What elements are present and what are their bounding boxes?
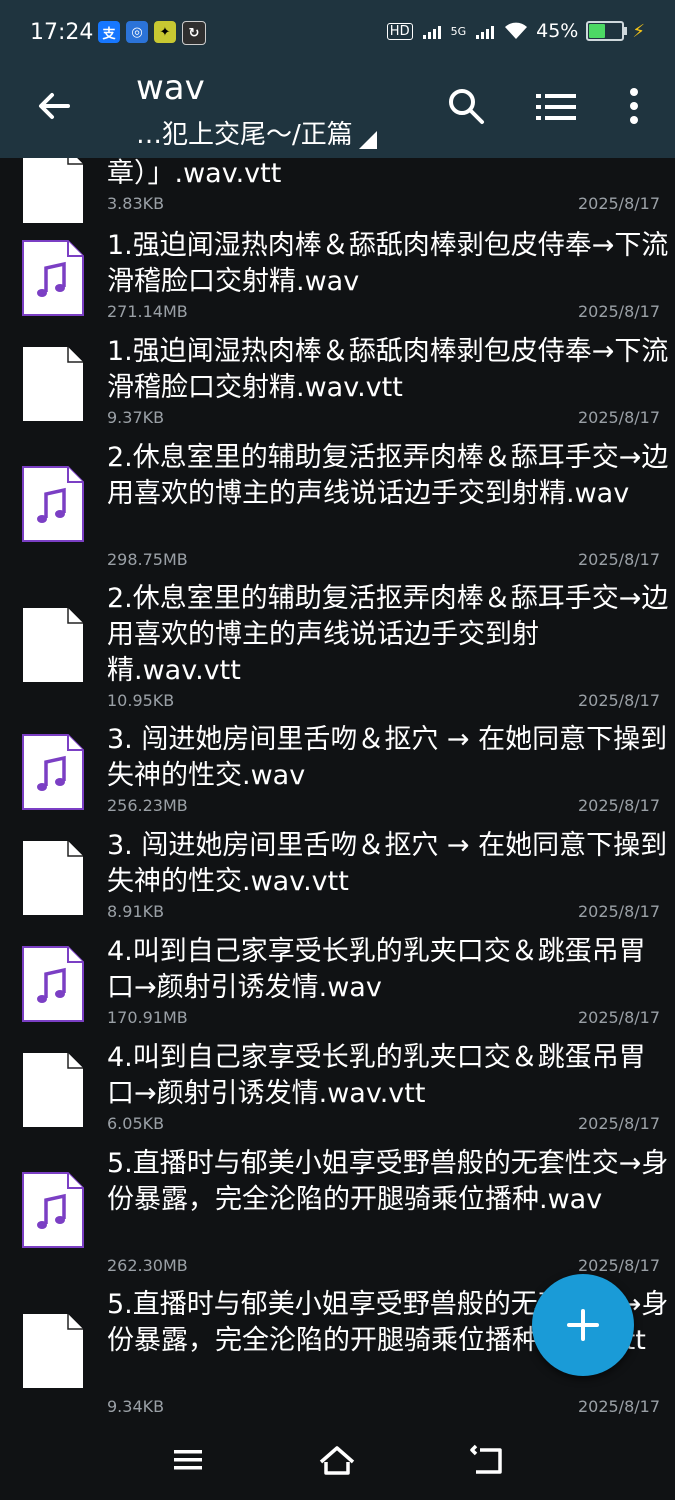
- file-list-item[interactable]: 4.叫到自己家享受长乳的乳夹口交＆跳蛋吊胃口→颜射引诱发情.wav 170.91M…: [0, 934, 675, 1040]
- file-date: 2025/8/17: [577, 1114, 660, 1133]
- alipay-icon: 支: [98, 21, 120, 43]
- file-size: 10.95KB: [107, 691, 175, 710]
- path-label: …犯上交尾～/正篇: [136, 120, 353, 150]
- file-size: 9.37KB: [107, 408, 165, 427]
- file-list-item[interactable]: 章）」.wav.vtt 3.83KB 2025/8/17: [0, 158, 675, 223]
- file-date: 2025/8/17: [577, 691, 660, 710]
- file-name: 1.强迫闻湿热肉棒＆舔舐肉棒剥包皮侍奉→下流滑稽脸口交射精.wav.vtt: [107, 336, 669, 403]
- file-name: 4.叫到自己家享受长乳的乳夹口交＆跳蛋吊胃口→颜射引诱发情.wav.vtt: [107, 1042, 646, 1109]
- home-icon[interactable]: [317, 1442, 357, 1478]
- dropdown-corner-icon: [358, 131, 377, 149]
- file-date: 2025/8/17: [577, 902, 660, 921]
- wifi-icon: [505, 22, 528, 39]
- document-file-icon: [23, 608, 83, 682]
- charging-icon: ⚡: [632, 20, 645, 42]
- file-name: 3. 闯进她房间里舌吻＆抠穴 → 在她同意下操到失神的性交.wav: [107, 724, 668, 791]
- document-file-icon: [23, 158, 83, 223]
- file-list-item[interactable]: 2.休息室里的辅助复活抠弄肉棒＆舔耳手交→边用喜欢的博主的声线说话边手交到射精.…: [0, 581, 675, 722]
- file-list-item[interactable]: 4.叫到自己家享受长乳的乳夹口交＆跳蛋吊胃口→颜射引诱发情.wav.vtt 6.0…: [0, 1040, 675, 1146]
- file-size: 256.23MB: [107, 796, 188, 815]
- document-file-icon: [23, 1314, 83, 1388]
- file-size: 8.91KB: [107, 902, 165, 921]
- file-date: 2025/8/17: [577, 194, 660, 213]
- file-name: 1.强迫闻湿热肉棒＆舔舐肉棒剥包皮侍奉→下流滑稽脸口交射精.wav: [107, 230, 669, 297]
- file-size: 262.30MB: [107, 1256, 188, 1275]
- file-list-item[interactable]: 5.直播时与郁美小姐享受野兽般的无套性交→身份暴露，完全沦陷的开腿骑乘位播种.w…: [0, 1146, 675, 1287]
- music-file-icon: [22, 734, 84, 810]
- battery-icon: [586, 21, 628, 41]
- list-view-icon[interactable]: [536, 90, 576, 124]
- app-notification-icon: ◎: [126, 21, 148, 43]
- music-file-icon: [22, 1172, 84, 1248]
- document-file-icon: [23, 1053, 83, 1127]
- plus-icon: [567, 1309, 599, 1341]
- file-size: 170.91MB: [107, 1008, 188, 1027]
- music-file-icon: [22, 466, 84, 542]
- folder-title: wav: [136, 68, 205, 108]
- file-name: 4.叫到自己家享受长乳的乳夹口交＆跳蛋吊胃口→颜射引诱发情.wav: [107, 936, 646, 1003]
- status-indicators: HD 5G 45% ⚡: [386, 20, 645, 42]
- file-date: 2025/8/17: [577, 1008, 660, 1027]
- document-file-icon: [23, 841, 83, 915]
- signal-icon: [476, 26, 495, 39]
- file-date: 2025/8/17: [577, 796, 660, 815]
- music-file-icon: [22, 240, 84, 316]
- file-date: 2025/8/17: [577, 408, 660, 427]
- file-size: 271.14MB: [107, 302, 188, 321]
- signal-icon: [422, 26, 441, 39]
- file-list: 章）」.wav.vtt 3.83KB 2025/8/17 1.强迫闻湿热肉棒＆舔舐肉棒…: [0, 158, 675, 1420]
- more-vert-icon[interactable]: [622, 86, 646, 126]
- back-arrow-icon[interactable]: [34, 86, 74, 126]
- app-notification-icon: ↻: [182, 21, 206, 45]
- document-file-icon: [23, 347, 83, 421]
- status-time: 17:24: [30, 20, 94, 45]
- app-notification-icon: ✦: [154, 21, 176, 43]
- file-name: 5.直播时与郁美小姐享受野兽般的无套性交→身份暴露，完全沦陷的开腿骑乘位播种.w…: [107, 1148, 669, 1215]
- file-name: 3. 闯进她房间里舌吻＆抠穴 → 在她同意下操到失神的性交.wav.vtt: [107, 830, 668, 897]
- status-bar: 17:24 支 ◎ ✦ ↻ HD 5G 45% ⚡: [0, 0, 675, 68]
- file-date: 2025/8/17: [577, 550, 660, 569]
- file-list-item[interactable]: 3. 闯进她房间里舌吻＆抠穴 → 在她同意下操到失神的性交.wav 256.23M…: [0, 722, 675, 828]
- file-name: 2.休息室里的辅助复活抠弄肉棒＆舔耳手交→边用喜欢的博主的声线说话边手交到射精.…: [107, 583, 669, 686]
- file-date: 2025/8/17: [577, 1256, 660, 1275]
- file-size: 9.34KB: [107, 1397, 165, 1416]
- notification-icons: 支 ◎ ✦ ↻: [98, 21, 206, 45]
- back-nav-icon[interactable]: [468, 1442, 508, 1478]
- path-dropdown[interactable]: …犯上交尾～/正篇: [136, 114, 377, 151]
- system-nav-bar: [0, 1420, 675, 1500]
- battery-percent: 45%: [536, 20, 579, 42]
- music-file-icon: [22, 946, 84, 1022]
- file-name: 2.休息室里的辅助复活抠弄肉棒＆舔耳手交→边用喜欢的博主的声线说话边手交到射精.…: [107, 442, 669, 509]
- file-size: 298.75MB: [107, 550, 188, 569]
- file-list-item[interactable]: 2.休息室里的辅助复活抠弄肉棒＆舔耳手交→边用喜欢的博主的声线说话边手交到射精.…: [0, 440, 675, 581]
- app-bar: wav …犯上交尾～/正篇: [0, 68, 675, 158]
- file-date: 2025/8/17: [577, 302, 660, 321]
- file-name: 章）」.wav.vtt: [107, 158, 282, 189]
- recents-menu-icon[interactable]: [168, 1442, 208, 1478]
- search-icon[interactable]: [446, 86, 486, 126]
- 5g-label: 5G: [450, 24, 467, 38]
- hd-icon: HD: [386, 22, 413, 40]
- add-fab-button[interactable]: [532, 1274, 634, 1376]
- file-date: 2025/8/17: [577, 1397, 660, 1416]
- file-size: 6.05KB: [107, 1114, 165, 1133]
- file-size: 3.83KB: [107, 194, 165, 213]
- file-list-item[interactable]: 1.强迫闻湿热肉棒＆舔舐肉棒剥包皮侍奉→下流滑稽脸口交射精.wav.vtt 9.3…: [0, 334, 675, 440]
- file-list-item[interactable]: 1.强迫闻湿热肉棒＆舔舐肉棒剥包皮侍奉→下流滑稽脸口交射精.wav 271.14M…: [0, 228, 675, 334]
- file-list-item[interactable]: 3. 闯进她房间里舌吻＆抠穴 → 在她同意下操到失神的性交.wav.vtt 8.9…: [0, 828, 675, 934]
